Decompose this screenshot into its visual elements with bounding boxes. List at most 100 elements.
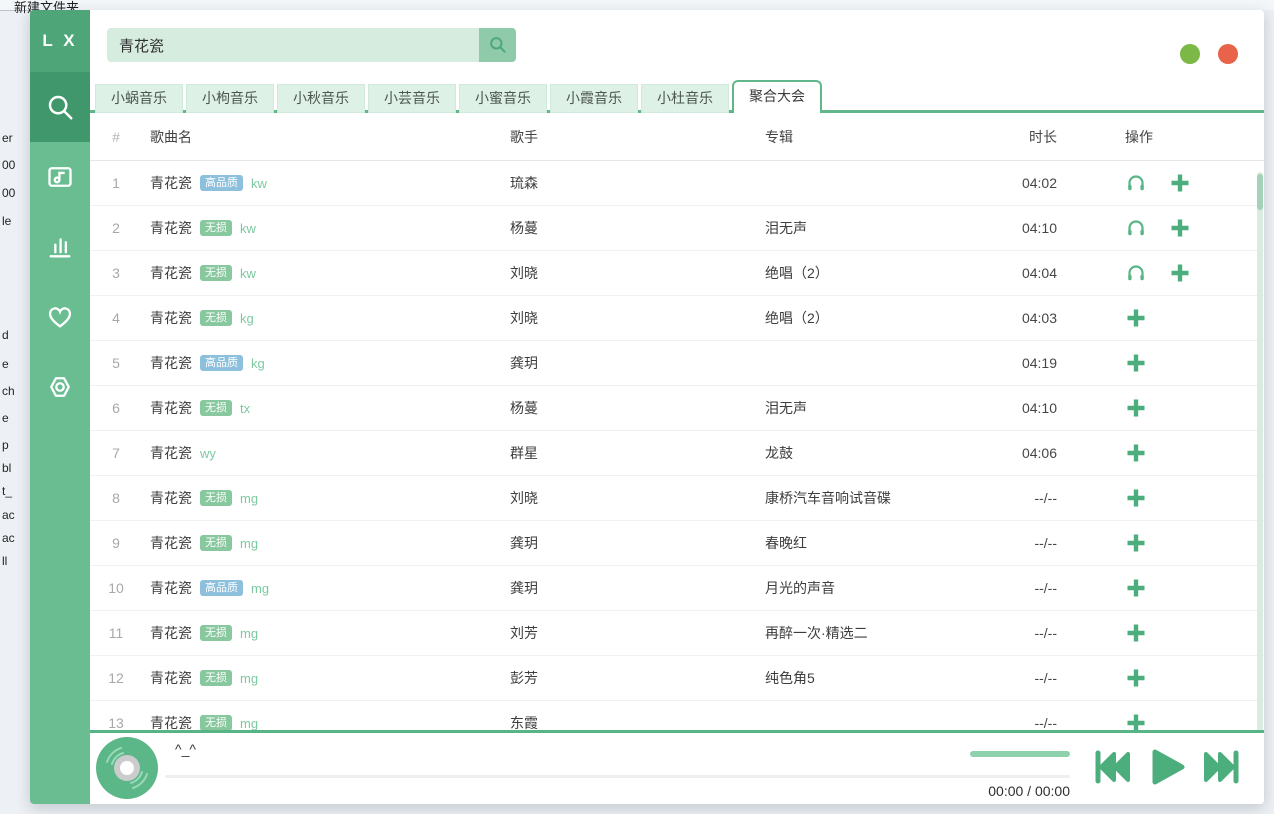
volume-slider[interactable] — [970, 751, 1070, 757]
song-title: 青花瓷 — [150, 173, 192, 193]
song-index: 7 — [90, 445, 142, 461]
tab-小枸音乐[interactable]: 小枸音乐 — [186, 84, 274, 113]
quality-badge: 无损 — [200, 400, 232, 416]
source-tag: wy — [200, 446, 216, 461]
song-name-cell: 青花瓷无损mg — [142, 713, 510, 731]
song-index: 6 — [90, 400, 142, 416]
song-actions — [1065, 442, 1264, 464]
add-icon[interactable] — [1125, 352, 1147, 374]
add-icon[interactable] — [1125, 397, 1147, 419]
song-row[interactable]: 13青花瓷无损mg东霞--/-- — [90, 701, 1264, 731]
song-row[interactable]: 8青花瓷无损mg刘晓康桥汽车音响试音碟--/-- — [90, 476, 1264, 521]
add-icon[interactable] — [1125, 577, 1147, 599]
desktop-text-fragment: t_ — [2, 484, 31, 498]
add-icon[interactable] — [1125, 307, 1147, 329]
source-tag: mg — [240, 671, 258, 686]
tab-小秋音乐[interactable]: 小秋音乐 — [277, 84, 365, 113]
song-name-cell: 青花瓷 wy — [142, 443, 510, 463]
add-icon[interactable] — [1125, 622, 1147, 644]
search-button[interactable] — [479, 28, 516, 62]
add-icon[interactable] — [1125, 442, 1147, 464]
song-title: 青花瓷 — [150, 488, 192, 508]
listen-icon[interactable] — [1125, 217, 1147, 239]
settings-icon — [46, 373, 74, 401]
song-row[interactable]: 3青花瓷无损kw刘晓绝唱（2）04:04 — [90, 251, 1264, 296]
desktop-text-fragment: e — [2, 357, 31, 371]
song-row[interactable]: 5青花瓷高品质kg龚玥04:19 — [90, 341, 1264, 386]
tab-bar: 小蜗音乐小枸音乐小秋音乐小芸音乐小蜜音乐小霞音乐小杜音乐聚合大会 — [90, 80, 1264, 113]
song-title: 青花瓷 — [150, 443, 192, 463]
song-row[interactable]: 10青花瓷高品质mg龚玥月光的声音--/-- — [90, 566, 1264, 611]
song-row[interactable]: 1青花瓷高品质kw琉森04:02 — [90, 161, 1264, 206]
song-row[interactable]: 2青花瓷无损kw杨蔓泪无声04:10 — [90, 206, 1264, 251]
album-disc-icon — [95, 736, 159, 805]
tab-小蜗音乐[interactable]: 小蜗音乐 — [95, 84, 183, 113]
song-row[interactable]: 9青花瓷无损mg龚玥春晚红--/-- — [90, 521, 1264, 566]
header-album: 专辑 — [765, 127, 1005, 147]
close-button[interactable] — [1218, 44, 1238, 64]
music-list-icon — [46, 163, 74, 191]
sidebar-item-search[interactable] — [30, 72, 90, 142]
song-album: 龙鼓 — [765, 443, 1005, 463]
player-controls — [1093, 747, 1241, 787]
song-index: 10 — [90, 580, 142, 596]
song-row[interactable]: 7青花瓷wy群星龙鼓04:06 — [90, 431, 1264, 476]
quality-badge: 无损 — [200, 715, 232, 731]
song-name-cell: 青花瓷无损mg — [142, 533, 510, 553]
source-tag: tx — [240, 401, 250, 416]
add-icon[interactable] — [1125, 532, 1147, 554]
quality-badge: 无损 — [200, 220, 232, 236]
scrollbar-track[interactable] — [1257, 172, 1263, 740]
search-box — [107, 28, 516, 62]
next-track-button[interactable] — [1203, 748, 1241, 786]
song-row[interactable]: 4青花瓷无损kg刘晓绝唱（2）04:03 — [90, 296, 1264, 341]
add-icon[interactable] — [1125, 712, 1147, 731]
tab-小霞音乐[interactable]: 小霞音乐 — [550, 84, 638, 113]
listen-icon[interactable] — [1125, 262, 1147, 284]
song-name-cell: 青花瓷高品质kg — [142, 353, 510, 373]
song-list: 1青花瓷高品质kw琉森04:022青花瓷无损kw杨蔓泪无声04:103青花瓷无损… — [90, 161, 1264, 731]
song-index: 3 — [90, 265, 142, 281]
add-icon[interactable] — [1169, 217, 1191, 239]
song-row[interactable]: 6青花瓷无损tx杨蔓泪无声04:10 — [90, 386, 1264, 431]
song-artist: 琉森 — [510, 173, 765, 193]
song-name-cell: 青花瓷高品质mg — [142, 578, 510, 598]
sidebar-item-songlist[interactable] — [30, 142, 90, 212]
desktop-text-fragment: ch — [2, 384, 31, 398]
search-input[interactable] — [107, 28, 479, 62]
previous-track-button[interactable] — [1093, 748, 1131, 786]
add-icon[interactable] — [1169, 172, 1191, 194]
tab-小蜜音乐[interactable]: 小蜜音乐 — [459, 84, 547, 113]
song-title: 青花瓷 — [150, 263, 192, 283]
song-index: 13 — [90, 715, 142, 731]
song-duration: 04:19 — [1005, 355, 1065, 371]
minimize-button[interactable] — [1180, 44, 1200, 64]
song-artist: 龚玥 — [510, 578, 765, 598]
scrollbar-thumb[interactable] — [1257, 174, 1263, 210]
song-row[interactable]: 11青花瓷无损mg刘芳再醉一次·精选二--/-- — [90, 611, 1264, 656]
sidebar-item-settings[interactable] — [30, 352, 90, 422]
song-duration: 04:10 — [1005, 220, 1065, 236]
add-icon[interactable] — [1125, 487, 1147, 509]
header-duration: 时长 — [1005, 127, 1065, 147]
quality-badge: 无损 — [200, 265, 232, 281]
sidebar-item-love[interactable] — [30, 282, 90, 352]
song-index: 12 — [90, 670, 142, 686]
add-icon[interactable] — [1169, 262, 1191, 284]
song-album: 泪无声 — [765, 398, 1005, 418]
tab-小杜音乐[interactable]: 小杜音乐 — [641, 84, 729, 113]
song-artist: 杨蔓 — [510, 218, 765, 238]
tab-小芸音乐[interactable]: 小芸音乐 — [368, 84, 456, 113]
listen-icon[interactable] — [1125, 172, 1147, 194]
play-button[interactable] — [1147, 747, 1187, 787]
add-icon[interactable] — [1125, 667, 1147, 689]
song-album: 泪无声 — [765, 218, 1005, 238]
playback-progress-bar[interactable] — [165, 775, 1070, 778]
tab-聚合大会[interactable]: 聚合大会 — [732, 80, 822, 113]
song-actions — [1065, 307, 1264, 329]
song-row[interactable]: 12青花瓷无损mg彭芳纯色角5--/-- — [90, 656, 1264, 701]
sidebar-item-leaderboard[interactable] — [30, 212, 90, 282]
source-tag: kw — [240, 221, 256, 236]
desktop-text-fragment: er — [2, 131, 31, 145]
song-artist: 东霞 — [510, 713, 765, 731]
